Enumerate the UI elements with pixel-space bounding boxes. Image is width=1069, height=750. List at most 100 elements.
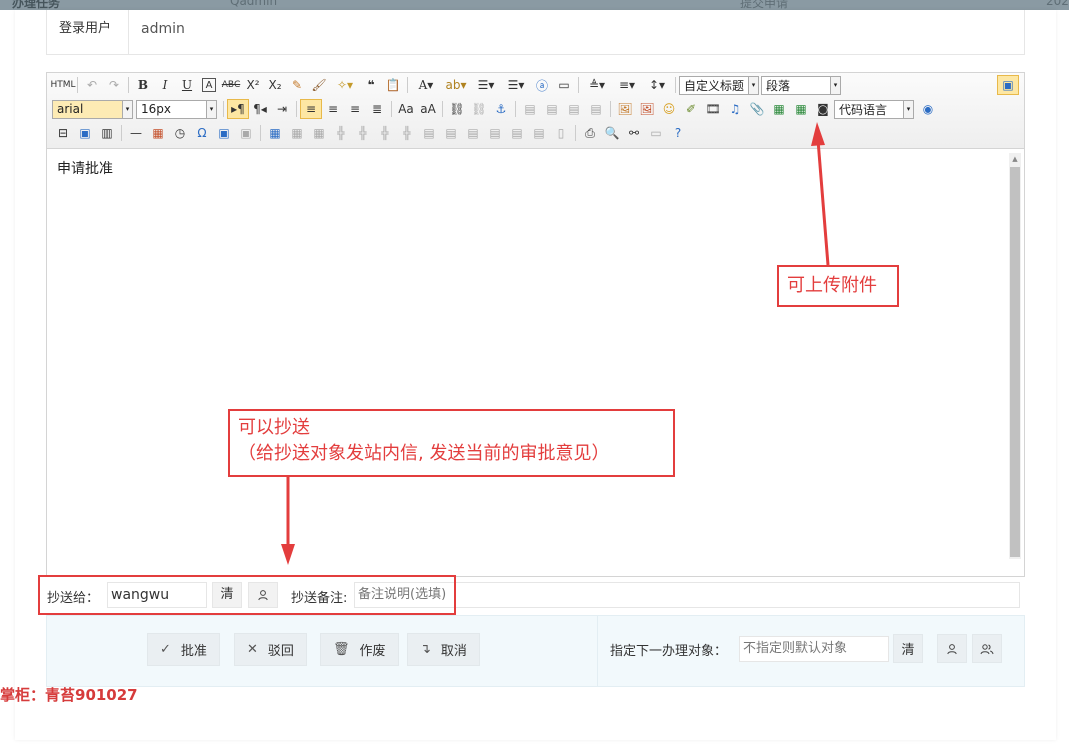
unordered-list-icon[interactable]: ☰▾ <box>501 75 531 95</box>
auto-typeset-icon[interactable]: ✧▾ <box>330 75 360 95</box>
align-right-icon[interactable]: ≡ <box>344 99 366 119</box>
top-nav-item[interactable]: Qadmin <box>230 0 277 8</box>
emotion-icon[interactable]: ☺ <box>658 99 680 119</box>
word-image-icon[interactable]: ▣ <box>235 123 257 143</box>
subscript-icon[interactable]: X₂ <box>264 75 286 95</box>
template-icon[interactable]: ▥ <box>96 123 118 143</box>
cc-recipient-input[interactable]: wangwu <box>107 582 207 608</box>
undo-icon[interactable]: ↶ <box>81 75 103 95</box>
special-char-icon[interactable]: Ω <box>191 123 213 143</box>
editor-content[interactable]: 申请批准 <box>47 150 1005 576</box>
background-icon[interactable]: ▣ <box>74 123 96 143</box>
to-uppercase-icon[interactable]: Aa <box>395 99 417 119</box>
insert-video-icon[interactable]: 🎞 <box>702 99 724 119</box>
blockquote-icon[interactable]: ❝ <box>360 75 382 95</box>
insert-image-icon[interactable]: 🖼 <box>636 99 658 119</box>
scrawl-icon[interactable]: ✐ <box>680 99 702 119</box>
align-left-icon[interactable]: ≡ <box>300 99 322 119</box>
time-icon[interactable]: ◷ <box>169 123 191 143</box>
paragraph-select[interactable]: 段落 ▾ <box>761 75 841 95</box>
row-spacing-top-icon[interactable]: ≜▾ <box>582 75 612 95</box>
top-nav-item[interactable]: 提交申请 <box>740 0 788 10</box>
split-cols-icon[interactable]: ▤ <box>528 123 550 143</box>
image-right-icon[interactable]: ▤ <box>563 99 585 119</box>
next-select-group-button[interactable] <box>972 634 1002 663</box>
font-border-icon[interactable]: A <box>202 78 216 92</box>
code-language-select[interactable]: 代码语言 ▾ <box>834 99 914 119</box>
redo-icon[interactable]: ↷ <box>103 75 125 95</box>
void-button[interactable]: 🗑 作废 <box>320 633 399 666</box>
line-height-icon[interactable]: ↕▾ <box>642 75 672 95</box>
ltr-direction-icon[interactable]: ▸¶ <box>227 99 249 119</box>
chart-icon[interactable]: ▯ <box>550 123 572 143</box>
webapp-icon[interactable]: ◉ <box>917 99 939 119</box>
search-replace-icon[interactable]: ⚯ <box>623 123 645 143</box>
simple-upload-icon[interactable]: 🖼 <box>614 99 636 119</box>
scroll-up-icon[interactable]: ▲ <box>1009 153 1021 165</box>
split-cells-icon[interactable]: ▤ <box>484 123 506 143</box>
image-none-icon[interactable]: ▤ <box>519 99 541 119</box>
font-size-select[interactable]: 16px ▾ <box>136 99 217 119</box>
bold-icon[interactable]: B <box>132 75 154 95</box>
row-spacing-bottom-icon[interactable]: ≡▾ <box>612 75 642 95</box>
superscript-icon[interactable]: X² <box>242 75 264 95</box>
next-handler-input[interactable]: 不指定则默认对象 <box>739 636 889 662</box>
split-rows-icon[interactable]: ▤ <box>506 123 528 143</box>
horizontal-rule-icon[interactable]: — <box>125 123 147 143</box>
clear-doc-icon[interactable]: ▭ <box>553 75 575 95</box>
custom-heading-select[interactable]: 自定义标题 ▾ <box>679 75 759 95</box>
delete-col-icon[interactable]: ╬ <box>396 123 418 143</box>
source-html-icon[interactable]: HTML <box>50 75 75 95</box>
highlight-icon[interactable]: ab▾ <box>441 75 471 95</box>
fullscreen-icon[interactable]: ▣ <box>997 75 1019 95</box>
page-break-icon[interactable]: ⊟ <box>52 123 74 143</box>
font-color-icon[interactable]: A▾ <box>411 75 441 95</box>
ordered-list-icon[interactable]: ☰▾ <box>471 75 501 95</box>
delete-row-icon[interactable]: ╬ <box>352 123 374 143</box>
preview-icon[interactable]: 🔍 <box>601 123 623 143</box>
font-family-select[interactable]: arial ▾ <box>52 99 133 119</box>
insert-frame-icon[interactable]: ◙ <box>812 99 834 119</box>
insert-paragraph-before-table-icon[interactable]: ▦ <box>308 123 330 143</box>
select-all-icon[interactable]: ⓐ <box>531 75 553 95</box>
next-select-user-button[interactable] <box>937 634 967 663</box>
snapscreen-icon[interactable]: ▣ <box>213 123 235 143</box>
insert-row-icon[interactable]: ╬ <box>330 123 352 143</box>
help-icon[interactable]: ? <box>667 123 689 143</box>
attachment-icon[interactable]: 📎 <box>746 99 768 119</box>
indent-icon[interactable]: ⇥ <box>271 99 293 119</box>
merge-right-icon[interactable]: ▤ <box>440 123 462 143</box>
merge-cells-icon[interactable]: ▤ <box>418 123 440 143</box>
cc-clear-button[interactable]: 清 <box>212 582 242 608</box>
merge-down-icon[interactable]: ▤ <box>462 123 484 143</box>
to-lowercase-icon[interactable]: aA <box>417 99 439 119</box>
approve-button[interactable]: ✓ 批准 <box>147 633 220 666</box>
delete-table-icon[interactable]: ▦ <box>286 123 308 143</box>
cancel-button[interactable]: ↴ 取消 <box>407 633 480 666</box>
map-icon[interactable]: ▦ <box>768 99 790 119</box>
insert-col-icon[interactable]: ╬ <box>374 123 396 143</box>
print-icon[interactable]: ⎙ <box>579 123 601 143</box>
google-map-icon[interactable]: ▦ <box>790 99 812 119</box>
editor-scrollbar[interactable]: ▲ <box>1009 153 1021 559</box>
image-left-icon[interactable]: ▤ <box>541 99 563 119</box>
cc-select-user-button[interactable] <box>248 582 278 608</box>
scrollbar-thumb[interactable] <box>1010 167 1020 557</box>
image-center-icon[interactable]: ▤ <box>585 99 607 119</box>
strikethrough-icon[interactable]: ABC <box>220 75 242 95</box>
unlink-icon[interactable]: ⛓ <box>468 99 490 119</box>
paste-plain-icon[interactable]: 📋 <box>382 75 404 95</box>
anchor-icon[interactable]: ⚓ <box>490 99 512 119</box>
reject-button[interactable]: ✕ 驳回 <box>234 633 307 666</box>
eraser-icon[interactable]: ✎ <box>286 75 308 95</box>
music-icon[interactable]: ♫ <box>724 99 746 119</box>
underline-icon[interactable]: U <box>176 75 198 95</box>
italic-icon[interactable]: I <box>154 75 176 95</box>
link-icon[interactable]: ⛓ <box>446 99 468 119</box>
insert-table-icon[interactable]: ▦ <box>264 123 286 143</box>
drafts-icon[interactable]: ▭ <box>645 123 667 143</box>
format-brush-icon[interactable]: 🖌 <box>308 75 330 95</box>
align-justify-icon[interactable]: ≣ <box>366 99 388 119</box>
date-icon[interactable]: ▦ <box>147 123 169 143</box>
align-center-icon[interactable]: ≡ <box>322 99 344 119</box>
